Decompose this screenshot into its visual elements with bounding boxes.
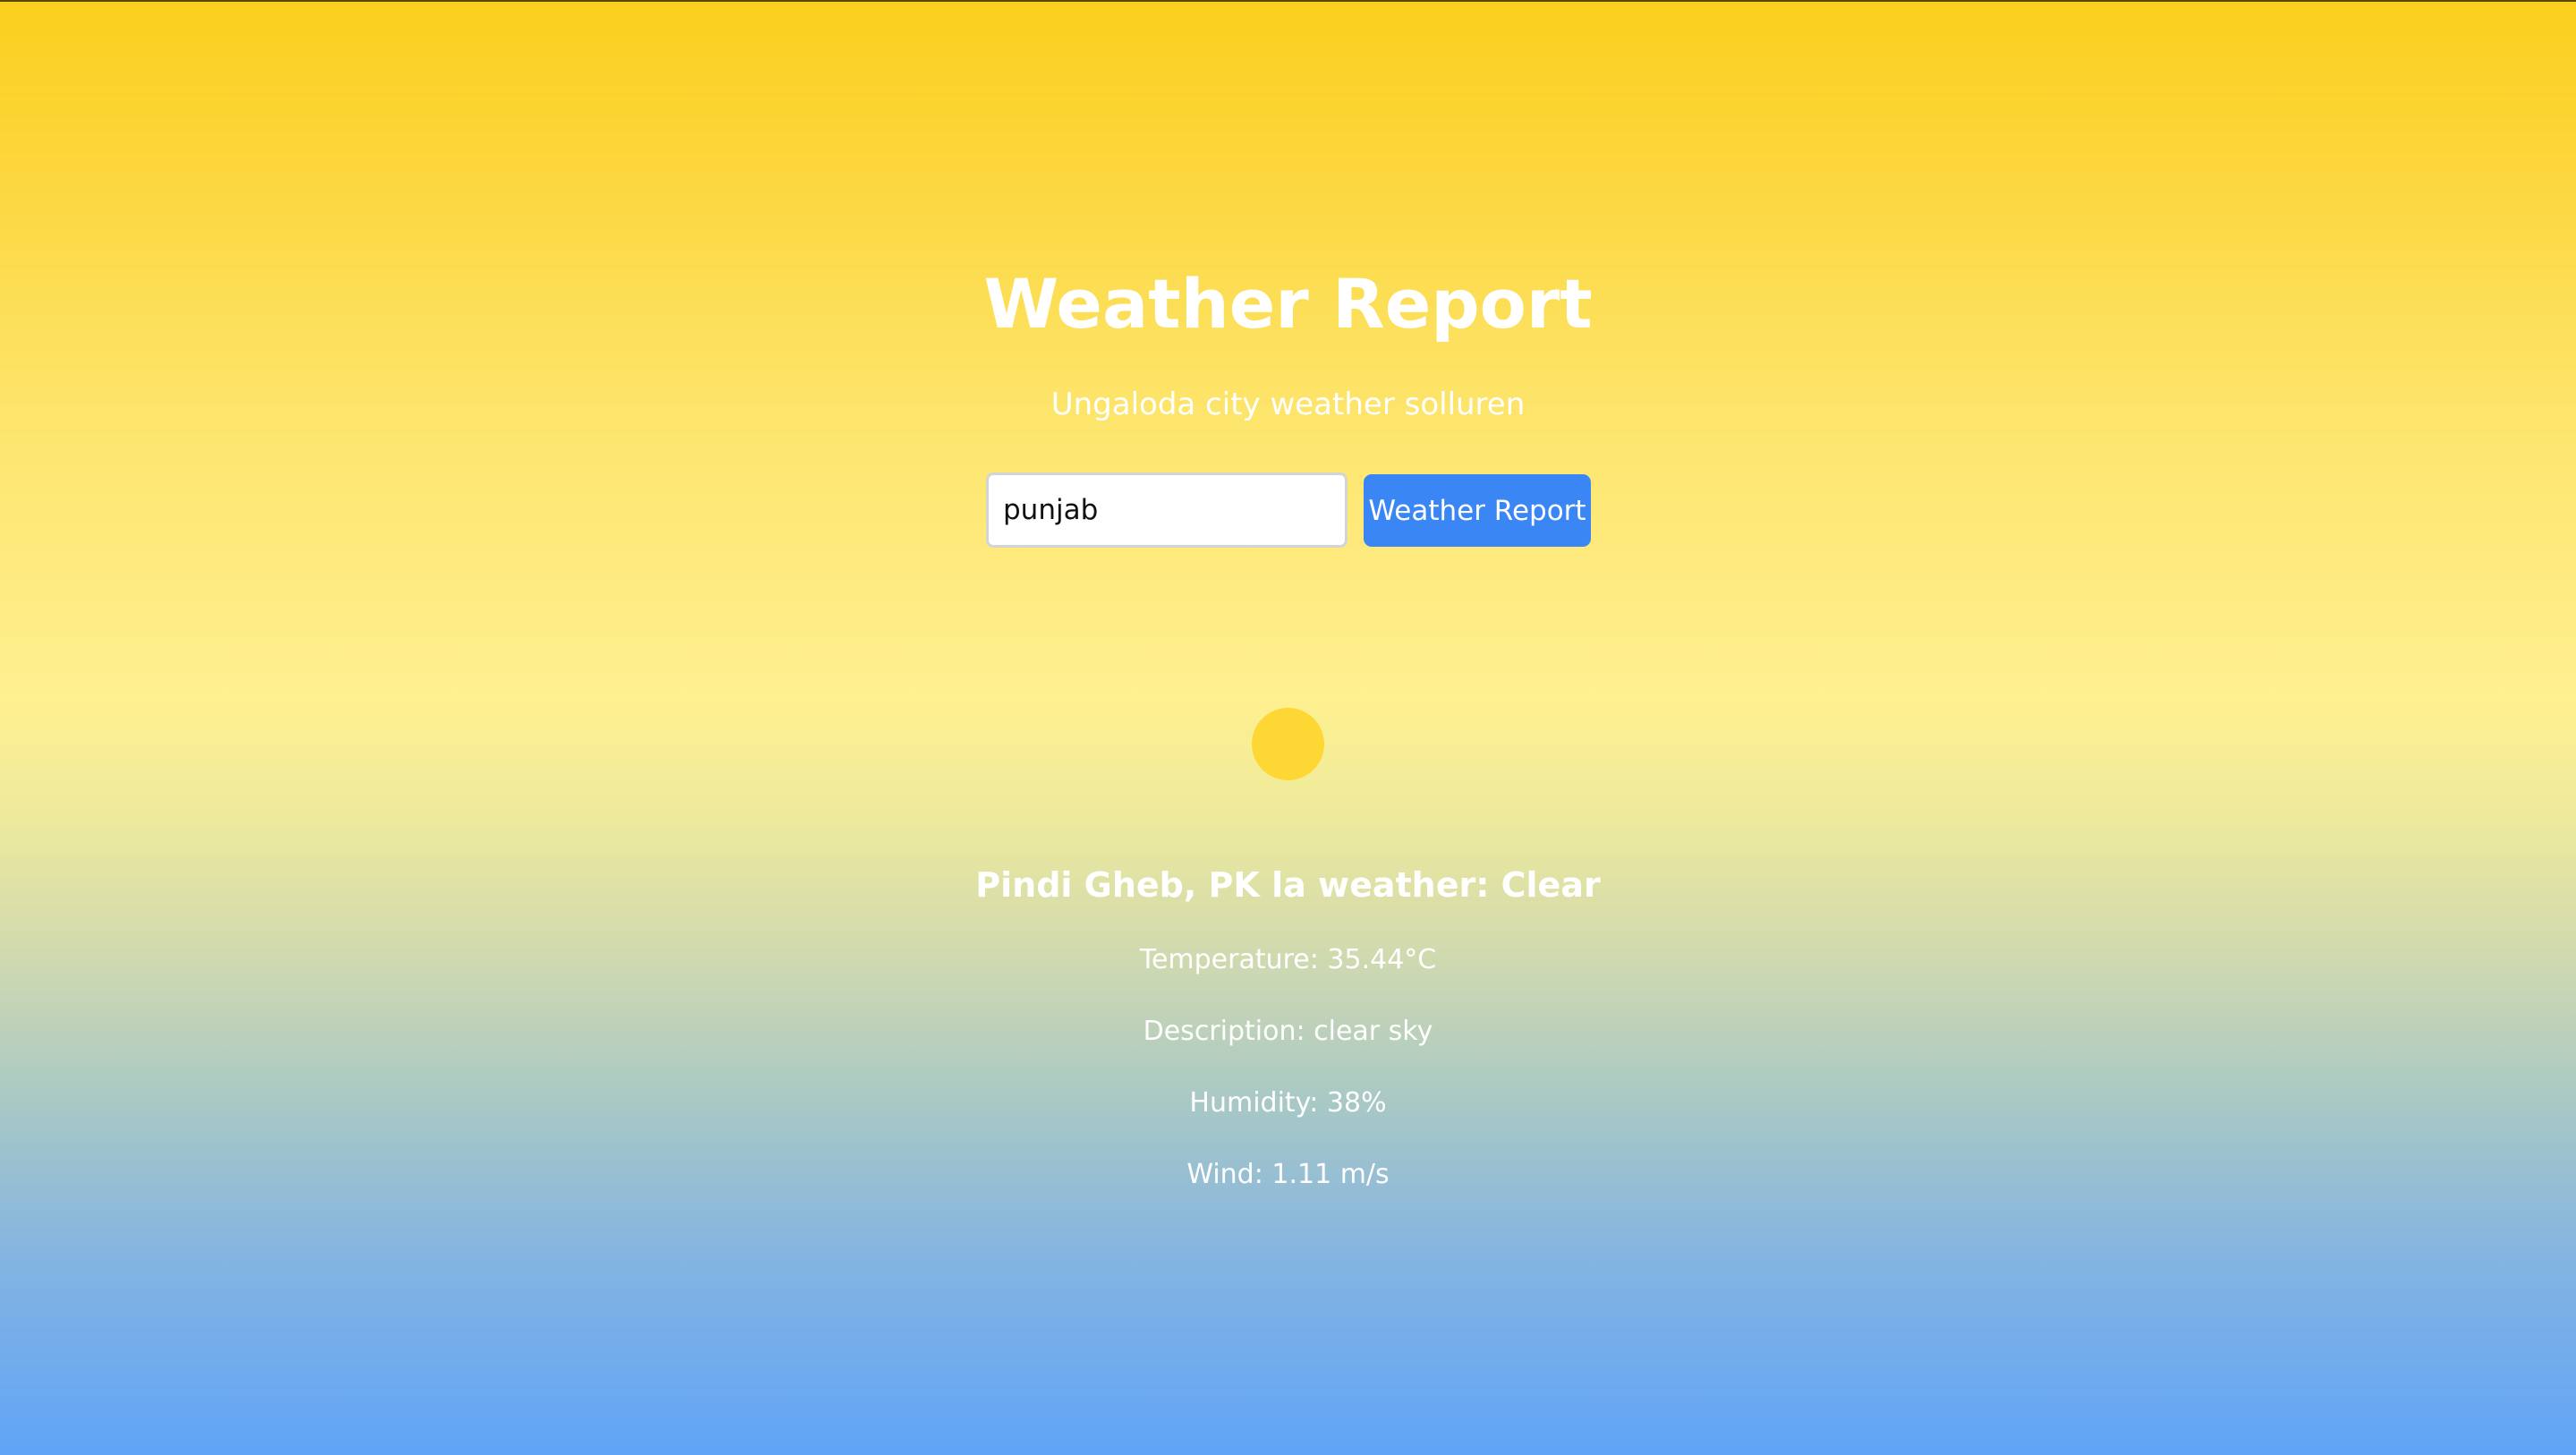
weather-report-button[interactable]: Weather Report (1364, 474, 1591, 547)
page-subtitle: Ungaloda city weather solluren (1050, 387, 1526, 422)
weather-result-heading: Pindi Gheb, PK la weather: Clear (975, 865, 1601, 905)
sun-icon (1252, 708, 1324, 780)
city-search-input[interactable] (986, 472, 1348, 548)
wind-text: Wind: 1.11 m/s (1186, 1159, 1390, 1190)
temperature-text: Temperature: 35.44°C (1139, 944, 1437, 975)
humidity-text: Humidity: 38% (1189, 1087, 1387, 1119)
page-title: Weather Report (983, 264, 1593, 344)
description-text: Description: clear sky (1143, 1016, 1433, 1047)
